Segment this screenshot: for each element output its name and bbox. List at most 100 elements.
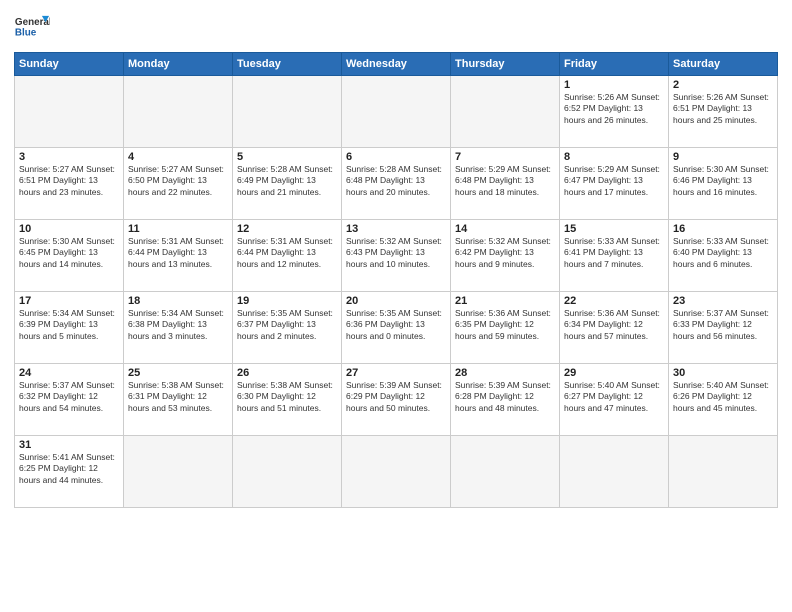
day-cell: 28Sunrise: 5:39 AM Sunset: 6:28 PM Dayli…	[451, 364, 560, 436]
day-cell: 26Sunrise: 5:38 AM Sunset: 6:30 PM Dayli…	[233, 364, 342, 436]
day-cell: 6Sunrise: 5:28 AM Sunset: 6:48 PM Daylig…	[342, 148, 451, 220]
day-cell	[342, 436, 451, 508]
day-info: Sunrise: 5:41 AM Sunset: 6:25 PM Dayligh…	[19, 452, 119, 486]
col-header-friday: Friday	[560, 53, 669, 76]
day-cell	[233, 436, 342, 508]
day-info: Sunrise: 5:32 AM Sunset: 6:43 PM Dayligh…	[346, 236, 446, 270]
day-number: 13	[346, 223, 446, 235]
day-info: Sunrise: 5:33 AM Sunset: 6:41 PM Dayligh…	[564, 236, 664, 270]
week-row-1: 1Sunrise: 5:26 AM Sunset: 6:52 PM Daylig…	[15, 76, 778, 148]
day-cell: 13Sunrise: 5:32 AM Sunset: 6:43 PM Dayli…	[342, 220, 451, 292]
day-cell: 4Sunrise: 5:27 AM Sunset: 6:50 PM Daylig…	[124, 148, 233, 220]
col-header-monday: Monday	[124, 53, 233, 76]
day-info: Sunrise: 5:37 AM Sunset: 6:32 PM Dayligh…	[19, 380, 119, 414]
day-number: 9	[673, 151, 773, 163]
header: General Blue	[14, 10, 778, 46]
day-info: Sunrise: 5:34 AM Sunset: 6:38 PM Dayligh…	[128, 308, 228, 342]
day-number: 17	[19, 295, 119, 307]
col-header-thursday: Thursday	[451, 53, 560, 76]
day-cell	[233, 76, 342, 148]
day-info: Sunrise: 5:32 AM Sunset: 6:42 PM Dayligh…	[455, 236, 555, 270]
day-cell: 16Sunrise: 5:33 AM Sunset: 6:40 PM Dayli…	[669, 220, 778, 292]
col-header-tuesday: Tuesday	[233, 53, 342, 76]
day-info: Sunrise: 5:26 AM Sunset: 6:51 PM Dayligh…	[673, 92, 773, 126]
day-number: 3	[19, 151, 119, 163]
day-info: Sunrise: 5:28 AM Sunset: 6:48 PM Dayligh…	[346, 164, 446, 198]
day-number: 7	[455, 151, 555, 163]
day-number: 29	[564, 367, 664, 379]
day-info: Sunrise: 5:40 AM Sunset: 6:27 PM Dayligh…	[564, 380, 664, 414]
day-cell: 15Sunrise: 5:33 AM Sunset: 6:41 PM Dayli…	[560, 220, 669, 292]
day-cell: 17Sunrise: 5:34 AM Sunset: 6:39 PM Dayli…	[15, 292, 124, 364]
day-info: Sunrise: 5:30 AM Sunset: 6:46 PM Dayligh…	[673, 164, 773, 198]
day-cell	[451, 436, 560, 508]
week-row-4: 17Sunrise: 5:34 AM Sunset: 6:39 PM Dayli…	[15, 292, 778, 364]
calendar-header-row: SundayMondayTuesdayWednesdayThursdayFrid…	[15, 53, 778, 76]
day-cell: 25Sunrise: 5:38 AM Sunset: 6:31 PM Dayli…	[124, 364, 233, 436]
day-number: 22	[564, 295, 664, 307]
day-number: 28	[455, 367, 555, 379]
day-cell: 22Sunrise: 5:36 AM Sunset: 6:34 PM Dayli…	[560, 292, 669, 364]
day-info: Sunrise: 5:31 AM Sunset: 6:44 PM Dayligh…	[237, 236, 337, 270]
day-cell: 24Sunrise: 5:37 AM Sunset: 6:32 PM Dayli…	[15, 364, 124, 436]
day-number: 30	[673, 367, 773, 379]
day-info: Sunrise: 5:39 AM Sunset: 6:28 PM Dayligh…	[455, 380, 555, 414]
day-cell	[15, 76, 124, 148]
day-number: 10	[19, 223, 119, 235]
day-info: Sunrise: 5:36 AM Sunset: 6:35 PM Dayligh…	[455, 308, 555, 342]
day-info: Sunrise: 5:39 AM Sunset: 6:29 PM Dayligh…	[346, 380, 446, 414]
day-cell: 19Sunrise: 5:35 AM Sunset: 6:37 PM Dayli…	[233, 292, 342, 364]
page: General Blue SundayMondayTuesdayWednesda…	[0, 0, 792, 612]
day-info: Sunrise: 5:31 AM Sunset: 6:44 PM Dayligh…	[128, 236, 228, 270]
day-cell	[451, 76, 560, 148]
day-number: 19	[237, 295, 337, 307]
day-cell: 9Sunrise: 5:30 AM Sunset: 6:46 PM Daylig…	[669, 148, 778, 220]
day-number: 1	[564, 79, 664, 91]
day-number: 11	[128, 223, 228, 235]
day-cell: 1Sunrise: 5:26 AM Sunset: 6:52 PM Daylig…	[560, 76, 669, 148]
day-info: Sunrise: 5:35 AM Sunset: 6:36 PM Dayligh…	[346, 308, 446, 342]
day-number: 26	[237, 367, 337, 379]
day-number: 12	[237, 223, 337, 235]
day-number: 6	[346, 151, 446, 163]
week-row-2: 3Sunrise: 5:27 AM Sunset: 6:51 PM Daylig…	[15, 148, 778, 220]
day-number: 25	[128, 367, 228, 379]
col-header-sunday: Sunday	[15, 53, 124, 76]
logo: General Blue	[14, 10, 50, 46]
day-info: Sunrise: 5:37 AM Sunset: 6:33 PM Dayligh…	[673, 308, 773, 342]
day-info: Sunrise: 5:27 AM Sunset: 6:50 PM Dayligh…	[128, 164, 228, 198]
week-row-6: 31Sunrise: 5:41 AM Sunset: 6:25 PM Dayli…	[15, 436, 778, 508]
day-cell	[124, 436, 233, 508]
day-number: 23	[673, 295, 773, 307]
day-cell: 5Sunrise: 5:28 AM Sunset: 6:49 PM Daylig…	[233, 148, 342, 220]
day-number: 31	[19, 439, 119, 451]
day-info: Sunrise: 5:40 AM Sunset: 6:26 PM Dayligh…	[673, 380, 773, 414]
day-cell: 30Sunrise: 5:40 AM Sunset: 6:26 PM Dayli…	[669, 364, 778, 436]
day-cell	[124, 76, 233, 148]
day-cell: 7Sunrise: 5:29 AM Sunset: 6:48 PM Daylig…	[451, 148, 560, 220]
day-cell: 14Sunrise: 5:32 AM Sunset: 6:42 PM Dayli…	[451, 220, 560, 292]
day-info: Sunrise: 5:36 AM Sunset: 6:34 PM Dayligh…	[564, 308, 664, 342]
col-header-saturday: Saturday	[669, 53, 778, 76]
calendar: SundayMondayTuesdayWednesdayThursdayFrid…	[14, 52, 778, 508]
day-number: 2	[673, 79, 773, 91]
day-info: Sunrise: 5:35 AM Sunset: 6:37 PM Dayligh…	[237, 308, 337, 342]
day-cell: 3Sunrise: 5:27 AM Sunset: 6:51 PM Daylig…	[15, 148, 124, 220]
day-info: Sunrise: 5:29 AM Sunset: 6:48 PM Dayligh…	[455, 164, 555, 198]
day-number: 27	[346, 367, 446, 379]
day-cell: 21Sunrise: 5:36 AM Sunset: 6:35 PM Dayli…	[451, 292, 560, 364]
day-info: Sunrise: 5:29 AM Sunset: 6:47 PM Dayligh…	[564, 164, 664, 198]
day-info: Sunrise: 5:26 AM Sunset: 6:52 PM Dayligh…	[564, 92, 664, 126]
day-cell	[560, 436, 669, 508]
day-number: 20	[346, 295, 446, 307]
day-number: 24	[19, 367, 119, 379]
day-cell: 29Sunrise: 5:40 AM Sunset: 6:27 PM Dayli…	[560, 364, 669, 436]
day-info: Sunrise: 5:34 AM Sunset: 6:39 PM Dayligh…	[19, 308, 119, 342]
day-number: 18	[128, 295, 228, 307]
day-cell: 8Sunrise: 5:29 AM Sunset: 6:47 PM Daylig…	[560, 148, 669, 220]
day-info: Sunrise: 5:30 AM Sunset: 6:45 PM Dayligh…	[19, 236, 119, 270]
day-number: 16	[673, 223, 773, 235]
day-number: 4	[128, 151, 228, 163]
day-cell: 31Sunrise: 5:41 AM Sunset: 6:25 PM Dayli…	[15, 436, 124, 508]
day-cell: 2Sunrise: 5:26 AM Sunset: 6:51 PM Daylig…	[669, 76, 778, 148]
